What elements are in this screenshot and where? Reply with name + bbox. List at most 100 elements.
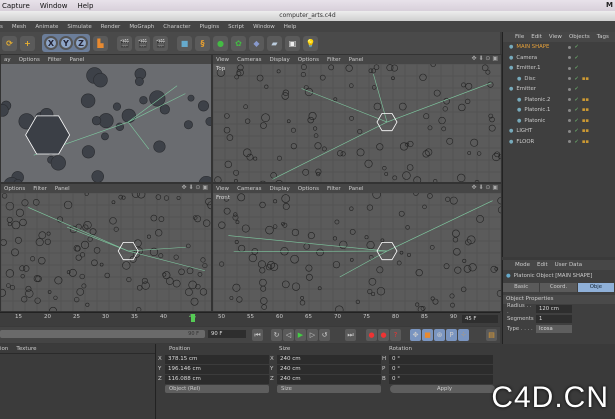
end-frame-input[interactable]: 90 F [208, 330, 246, 338]
layer-dot[interactable] [568, 98, 572, 102]
current-frame-input[interactable]: 45 F [462, 315, 498, 323]
menu-capture[interactable]: Capture [2, 2, 30, 10]
position-input[interactable]: 196.146 cm [165, 365, 269, 374]
tab-basic[interactable]: Basic [503, 283, 540, 292]
menu-item[interactable]: Window [253, 24, 275, 30]
viewport-nav-icons[interactable]: ✥ ⬇ ⊙ ▣ [472, 55, 498, 62]
viewport-menu-item[interactable]: Cameras [237, 186, 261, 192]
viewport-menu-item[interactable]: Options [298, 57, 319, 63]
menu-item[interactable]: Render [101, 24, 121, 30]
mograph-icon[interactable]: ✿ [231, 35, 246, 51]
viewport-menu-item[interactable]: Panel [70, 57, 85, 63]
playhead[interactable] [191, 314, 195, 322]
axis-y-button[interactable]: Y [59, 36, 73, 50]
menu-help[interactable]: Help [77, 2, 93, 10]
om-menu-item[interactable]: Edit [531, 34, 542, 40]
play-button[interactable]: ▶ [295, 329, 306, 341]
tab-obje[interactable]: Obje [577, 283, 614, 292]
tag-icon[interactable]: ▪▪ [582, 76, 589, 82]
cube-icon[interactable]: ■ [177, 35, 192, 51]
camera-icon[interactable]: ▣ [285, 35, 300, 51]
layer-dot[interactable] [568, 56, 572, 60]
frame-range-slider[interactable]: 90 F [0, 330, 205, 338]
viewport-front[interactable]: View Cameras Display Options Filter Panel ✥ ⬇ … [212, 183, 502, 312]
key-scale-button[interactable]: ■ [422, 329, 433, 341]
viewport-menu-item[interactable]: Options [19, 57, 40, 63]
segments-input[interactable]: 1 [536, 315, 572, 323]
viewport-menu-item[interactable]: ay [4, 57, 11, 63]
layer-dot[interactable] [568, 45, 572, 49]
menu-item[interactable]: Help [284, 24, 297, 30]
om-menu-item[interactable]: File [515, 34, 524, 40]
menu-window[interactable]: Window [40, 2, 68, 10]
viewport-nav-icons[interactable]: ✥ ⬇ ⊙ ▣ [472, 184, 498, 191]
key-rotation-button[interactable]: ⊛ [434, 329, 445, 341]
viewport-menu-item[interactable]: Filter [327, 186, 341, 192]
loop-back-button[interactable]: ↻ [271, 329, 282, 341]
layer-dot[interactable] [568, 77, 572, 81]
axis-z-button[interactable]: Z [74, 36, 88, 50]
radius-input[interactable]: 120 cm [536, 305, 572, 313]
size-input[interactable]: 240 cm [277, 355, 381, 364]
go-to-end-button[interactable]: ⏭ [345, 329, 356, 341]
object-row[interactable]: ● Camera ✓ [503, 53, 615, 64]
enabled-check-icon[interactable]: ✓ [574, 86, 578, 92]
object-row[interactable]: ● Platonic.2 ✓ ▪▪ [503, 95, 615, 106]
enabled-check-icon[interactable]: ✓ [574, 118, 578, 124]
tag-icon[interactable]: ▪▪ [582, 128, 589, 134]
viewport-menu-item[interactable]: Options [298, 186, 319, 192]
object-row[interactable]: ● Platonic ✓ ▪▪ [503, 116, 615, 127]
am-menu-item[interactable]: Edit [537, 262, 548, 268]
go-to-start-button[interactable]: ⏮ [252, 329, 263, 341]
spline-icon[interactable]: § [195, 35, 210, 51]
viewport-menu-item[interactable]: Options [4, 186, 25, 192]
viewport-top[interactable]: View Cameras Display Options Filter Panel ✥ ⬇ … [212, 54, 502, 183]
object-row[interactable]: ● FLOOR ✓ ▪▪ [503, 137, 615, 148]
layer-dot[interactable] [568, 129, 572, 133]
tag-icon[interactable]: ▪▪ [582, 118, 589, 124]
keyframe-selection-button[interactable]: ? [390, 329, 401, 341]
menu-item[interactable]: Mesh [12, 24, 26, 30]
om-menu-item[interactable]: Objects [569, 34, 590, 40]
render-settings-icon[interactable]: 🎬 [153, 35, 168, 51]
tag-icon[interactable]: ▪▪ [582, 107, 589, 113]
tab-coord[interactable]: Coord. [540, 283, 577, 292]
menu-item[interactable]: s [0, 24, 3, 30]
layer-dot[interactable] [568, 108, 572, 112]
object-row[interactable]: ● MAIN SHAPE ✓ [503, 42, 615, 53]
om-menu-item[interactable]: Tags [597, 34, 609, 40]
enabled-check-icon[interactable]: ✓ [574, 139, 578, 145]
object-row[interactable]: ● Platonic.1 ✓ ▪▪ [503, 105, 615, 116]
enabled-check-icon[interactable]: ✓ [574, 55, 578, 61]
menu-item[interactable]: Simulate [67, 24, 91, 30]
viewport-menu-item[interactable]: Filter [327, 57, 341, 63]
rotation-input[interactable]: 0 ° [389, 365, 493, 374]
type-select[interactable]: Icosa [536, 325, 572, 333]
size-input[interactable]: 240 cm [277, 375, 381, 384]
key-pla-button[interactable]: ⁘ [458, 329, 469, 341]
enabled-check-icon[interactable]: ✓ [574, 128, 578, 134]
timeline-window-button[interactable]: ▤ [486, 329, 497, 341]
viewport-nav-icons[interactable]: ✥ ⬇ ⊙ ▣ [182, 184, 208, 191]
timeline-ruler[interactable]: 1520253035404550556065707580859045 F [0, 312, 500, 326]
om-menu-item[interactable]: View [549, 34, 562, 40]
floor-icon[interactable]: ▰ [267, 35, 282, 51]
layer-dot[interactable] [568, 119, 572, 123]
position-input[interactable]: 116.088 cm [165, 375, 269, 384]
viewport-menu-item[interactable]: Filter [48, 57, 62, 63]
tag-icon[interactable]: ▪▪ [582, 97, 589, 103]
viewport-menu-item[interactable]: Filter [33, 186, 47, 192]
menu-item[interactable]: Character [163, 24, 190, 30]
layer-dot[interactable] [568, 140, 572, 144]
nurbs-icon[interactable]: ● [213, 35, 228, 51]
menu-item[interactable]: Script [228, 24, 244, 30]
deformer-icon[interactable]: ◆ [249, 35, 264, 51]
next-frame-button[interactable]: ▷ [307, 329, 318, 341]
am-menu-item[interactable]: Mode [515, 262, 530, 268]
prev-frame-button[interactable]: ◁ [283, 329, 294, 341]
layer-dot[interactable] [568, 66, 572, 70]
enabled-check-icon[interactable]: ✓ [574, 44, 578, 50]
enabled-check-icon[interactable]: ✓ [574, 107, 578, 113]
viewport-menu-item[interactable]: Panel [349, 186, 364, 192]
object-row[interactable]: ● Emitter ✓ [503, 84, 615, 95]
